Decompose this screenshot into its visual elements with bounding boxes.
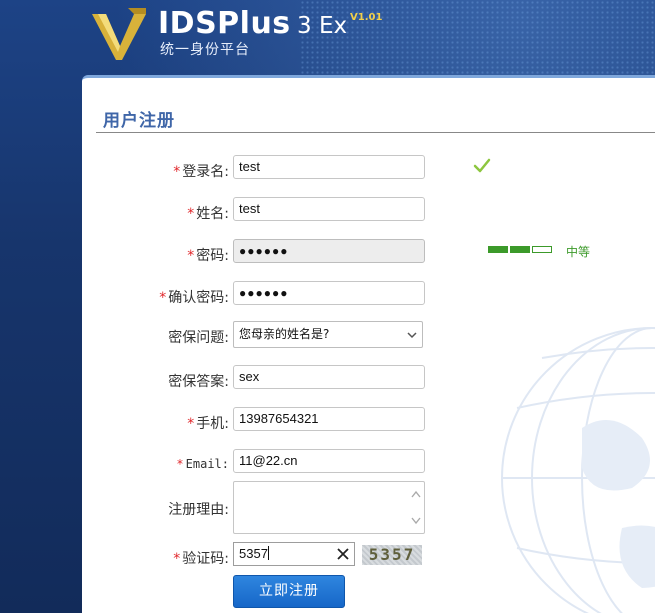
security-question-value: 您母亲的姓名是? [239,327,330,341]
strength-bar-1 [488,246,508,253]
confirm-password-input[interactable]: ●●●●●● [233,281,425,305]
security-question-select[interactable]: 您母亲的姓名是? [233,321,423,348]
title-divider [96,132,655,133]
password-input[interactable]: ●●●●●● [233,239,425,263]
row-confirm-password: * 确认密码: ●●●●●● [82,281,655,311]
email-label: * Email: [176,457,229,471]
security-question-label: 密保问题: [168,330,229,346]
security-answer-input[interactable]: sex [233,365,425,389]
registration-panel: 用户注册 * 登录名: test * 姓名: test * 密码: ●●●●●● 中等… [82,75,655,613]
email-input[interactable]: 11@22.cn [233,449,425,473]
username-label: * 登录名: [173,164,229,180]
row-security-question: 密保问题: 您母亲的姓名是? [82,321,655,351]
row-name: * 姓名: test [82,197,655,227]
logo-icon [92,8,146,60]
brand-version: V1.01 [350,12,383,23]
brand-edition: 3 Ex [297,13,348,39]
security-answer-label: 密保答案: [168,374,229,390]
captcha-image[interactable]: 5357 [362,545,422,565]
captcha-label: * 验证码: [173,551,229,567]
row-phone: * 手机: 13987654321 [82,407,655,437]
scroll-up-icon[interactable] [411,490,421,498]
confirm-password-label: * 确认密码: [159,290,229,306]
row-reason: 注册理由: [82,481,655,537]
password-strength-text: 中等 [566,245,591,259]
name-input[interactable]: test [233,197,425,221]
reason-textarea[interactable] [233,481,425,534]
row-email: * Email: 11@22.cn [82,449,655,479]
reason-label: 注册理由: [168,502,229,518]
checkmark-icon [473,158,491,173]
page-title: 用户注册 [103,111,175,131]
scroll-down-icon[interactable] [411,517,421,525]
name-label: * 姓名: [187,206,229,222]
username-input[interactable]: test [233,155,425,179]
row-username: * 登录名: test [82,155,655,185]
row-security-answer: 密保答案: sex [82,365,655,395]
clear-icon[interactable] [336,547,350,561]
strength-bar-2 [510,246,530,253]
row-captcha: * 验证码: 5357 5357 [82,542,655,572]
phone-input[interactable]: 13987654321 [233,407,425,431]
strength-bar-3 [532,246,552,253]
row-password: * 密码: ●●●●●● 中等 [82,239,655,269]
register-button[interactable]: 立即注册 [233,575,345,608]
brand-subtitle: 统一身份平台 [160,42,250,58]
password-label: * 密码: [187,248,229,264]
phone-label: * 手机: [187,416,229,432]
chevron-down-icon [407,332,417,339]
brand-name: IDSPlus [158,6,291,41]
